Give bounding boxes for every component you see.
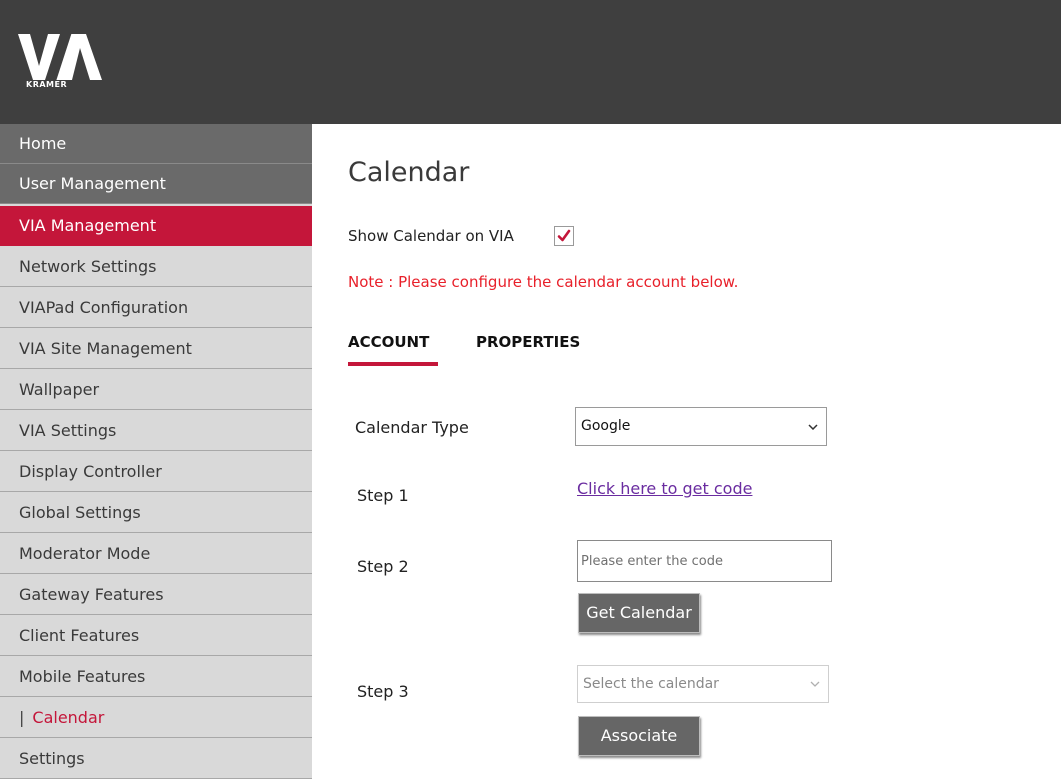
sidebar-item-calendar[interactable]: | Calendar xyxy=(0,698,312,738)
associate-button[interactable]: Associate xyxy=(578,716,700,756)
checkmark-icon xyxy=(557,229,571,242)
sidebar-item-label: VIA Management xyxy=(19,216,157,235)
main-content: Calendar Show Calendar on VIA Note : Ple… xyxy=(312,124,1061,771)
sidebar-item-label: Settings xyxy=(19,749,85,768)
sidebar-item-label: Calendar xyxy=(32,708,105,727)
sidebar-item-label: Client Features xyxy=(19,626,140,645)
calendar-type-value: Google xyxy=(581,418,631,434)
step1-label: Step 1 xyxy=(357,486,409,505)
submenu-bar: | xyxy=(19,708,25,727)
sidebar-item-label: VIA Settings xyxy=(19,421,117,440)
sidebar-item-user-management[interactable]: User Management xyxy=(0,164,312,204)
sidebar-item-label: Moderator Mode xyxy=(19,544,151,563)
chevron-down-icon xyxy=(808,423,818,430)
show-calendar-label: Show Calendar on VIA xyxy=(348,227,514,245)
kramer-logo-text: KRAMER xyxy=(26,80,68,89)
sidebar-item-label: VIA Site Management xyxy=(19,339,192,358)
sidebar-item-label: User Management xyxy=(19,174,166,193)
sidebar-item-label: Gateway Features xyxy=(19,585,164,604)
sidebar-item-mobile-features[interactable]: Mobile Features xyxy=(0,657,312,697)
sidebar-item-label: Wallpaper xyxy=(19,380,100,399)
sidebar-item-global-settings[interactable]: Global Settings xyxy=(0,493,312,533)
sidebar-item-label: VIAPad Configuration xyxy=(19,298,189,317)
sidebar-item-label: Global Settings xyxy=(19,503,141,522)
sidebar-item-client-features[interactable]: Client Features xyxy=(0,616,312,656)
calendar-type-label: Calendar Type xyxy=(355,418,469,437)
sidebar-item-network-settings[interactable]: Network Settings xyxy=(0,247,312,287)
calendar-type-select[interactable]: Google xyxy=(575,407,827,446)
get-calendar-button[interactable]: Get Calendar xyxy=(578,593,700,633)
top-bar: KRAMER xyxy=(0,0,1061,124)
sidebar-item-moderator-mode[interactable]: Moderator Mode xyxy=(0,534,312,574)
code-input[interactable] xyxy=(577,540,832,582)
page-title: Calendar xyxy=(348,157,470,188)
sidebar-nav: Home User Management VIA Management Netw… xyxy=(0,124,312,779)
sidebar-item-via-site-management[interactable]: VIA Site Management xyxy=(0,329,312,369)
sidebar-item-via-settings[interactable]: VIA Settings xyxy=(0,411,312,451)
sidebar-item-viapad-configuration[interactable]: VIAPad Configuration xyxy=(0,288,312,328)
tab-account[interactable]: ACCOUNT xyxy=(348,333,429,351)
sidebar-item-label: Mobile Features xyxy=(19,667,146,686)
note-text: Note : Please configure the calendar acc… xyxy=(348,273,739,291)
sidebar-item-via-management[interactable]: VIA Management xyxy=(0,206,312,246)
step2-label: Step 2 xyxy=(357,557,409,576)
active-tab-indicator xyxy=(348,362,438,366)
step3-label: Step 3 xyxy=(357,682,409,701)
tab-properties[interactable]: PROPERTIES xyxy=(476,333,580,351)
sidebar-item-label: Display Controller xyxy=(19,462,162,481)
get-code-link[interactable]: Click here to get code xyxy=(577,479,752,498)
sidebar-item-label: Home xyxy=(19,134,67,153)
select-calendar-dropdown[interactable]: Select the calendar xyxy=(577,665,829,703)
select-calendar-placeholder: Select the calendar xyxy=(583,676,719,692)
sidebar-item-wallpaper[interactable]: Wallpaper xyxy=(0,370,312,410)
sidebar-item-gateway-features[interactable]: Gateway Features xyxy=(0,575,312,615)
chevron-down-icon xyxy=(810,681,820,687)
show-calendar-checkbox[interactable] xyxy=(554,226,574,246)
sidebar-item-settings[interactable]: Settings xyxy=(0,739,312,779)
sidebar-item-display-controller[interactable]: Display Controller xyxy=(0,452,312,492)
sidebar-item-label: Network Settings xyxy=(19,257,157,276)
sidebar-item-home[interactable]: Home xyxy=(0,124,312,164)
